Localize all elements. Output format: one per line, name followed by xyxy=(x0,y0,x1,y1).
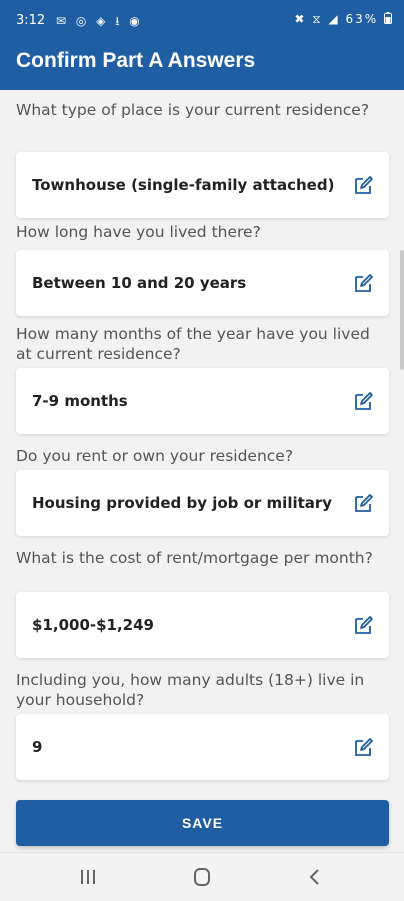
status-right-icons: ✖ ⧖ ◢ 63% xyxy=(294,12,392,27)
answer-card[interactable]: 7-9 months xyxy=(16,368,389,434)
answer-value: 9 xyxy=(32,738,43,756)
question-label: Do you rent or own your residence? xyxy=(16,447,294,465)
edit-icon[interactable] xyxy=(353,614,375,636)
answer-card[interactable]: 9 xyxy=(16,714,389,780)
question-label: How many months of the year have you liv… xyxy=(16,325,370,363)
question-label: How long have you lived there? xyxy=(16,223,261,241)
answer-value: Housing provided by job or military xyxy=(32,494,333,512)
battery-icon xyxy=(384,12,392,24)
edit-icon[interactable] xyxy=(353,390,375,412)
answer-value: 7-9 months xyxy=(32,392,128,410)
answer-value: Townhouse (single-family attached) xyxy=(32,176,335,194)
answer-value: Between 10 and 20 years xyxy=(32,274,247,292)
app-bar: Confirm Part A Answers xyxy=(0,40,404,90)
save-button[interactable]: SAVE xyxy=(16,800,389,846)
page-title: Confirm Part A Answers xyxy=(16,49,256,72)
scrollbar[interactable] xyxy=(400,250,404,370)
question-block: Do you rent or own your residence? Housi… xyxy=(16,446,389,536)
status-time: 3:12 xyxy=(16,13,46,28)
home-icon[interactable] xyxy=(187,865,217,889)
system-nav-bar xyxy=(0,852,404,901)
edit-icon[interactable] xyxy=(353,492,375,514)
question-block: What type of place is your current resid… xyxy=(16,100,389,218)
edit-icon[interactable] xyxy=(353,736,375,758)
question-label: Including you, how many adults (18+) liv… xyxy=(16,671,365,709)
answer-card[interactable]: Housing provided by job or military xyxy=(16,470,389,536)
answer-card[interactable]: Between 10 and 20 years xyxy=(16,250,389,316)
answer-card[interactable]: Townhouse (single-family attached) xyxy=(16,152,389,218)
recent-apps-icon[interactable] xyxy=(73,865,103,889)
question-block: How long have you lived there? Between 1… xyxy=(16,222,389,316)
question-block: How many months of the year have you liv… xyxy=(16,324,389,434)
question-block: Including you, how many adults (18+) liv… xyxy=(16,670,389,780)
question-label: What type of place is your current resid… xyxy=(16,101,370,119)
status-left-icons: ✉ ◎ ◈ ⭳ ◉ xyxy=(56,14,143,28)
edit-icon[interactable] xyxy=(353,174,375,196)
back-icon[interactable] xyxy=(300,865,330,889)
status-bar: 3:12 ✉ ◎ ◈ ⭳ ◉ ✖ ⧖ ◢ 63% xyxy=(0,0,404,40)
edit-icon[interactable] xyxy=(353,272,375,294)
answers-list[interactable]: What type of place is your current resid… xyxy=(0,90,404,850)
battery-percent: 63% xyxy=(345,12,379,26)
question-label: What is the cost of rent/mortgage per mo… xyxy=(16,549,373,567)
question-block: What is the cost of rent/mortgage per mo… xyxy=(16,548,389,658)
answer-value: $1,000-$1,249 xyxy=(32,616,154,634)
status-icons: ✖ ⧖ ◢ xyxy=(294,12,340,26)
answer-card[interactable]: $1,000-$1,249 xyxy=(16,592,389,658)
